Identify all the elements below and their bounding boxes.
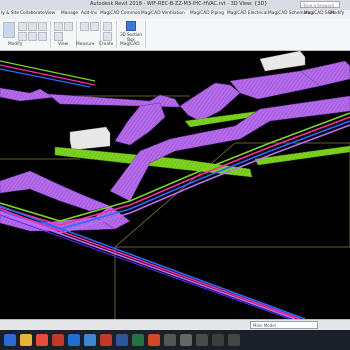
section-box-icon[interactable] <box>126 21 136 31</box>
tab-collaborate[interactable]: Collaborate <box>20 11 45 16</box>
align-tool-button[interactable] <box>18 22 27 31</box>
hide-element-button[interactable] <box>54 22 63 31</box>
opera-icon[interactable] <box>52 334 64 346</box>
3d-model-drawing <box>0 51 350 319</box>
tab-magicad-piping[interactable]: MagiCAD Piping <box>190 11 224 16</box>
powerpoint-icon[interactable] <box>148 334 160 346</box>
pipes-left-upper <box>0 60 96 88</box>
word-icon[interactable] <box>116 334 128 346</box>
app-icon[interactable] <box>228 334 240 346</box>
group-label-magicad: MagiCAD <box>120 42 140 47</box>
chrome-icon[interactable] <box>36 334 48 346</box>
copy-tool-button[interactable] <box>28 32 37 41</box>
tab-manage[interactable]: Manage <box>61 11 78 16</box>
pipes-lower <box>0 205 306 319</box>
modify-tool-button[interactable] <box>3 22 15 38</box>
ribbon-separator <box>116 21 117 48</box>
offset-tool-button[interactable] <box>28 22 37 31</box>
3d-view-canvas[interactable] <box>0 51 350 319</box>
tab-addins[interactable]: Add-Ins <box>81 11 97 16</box>
group-label-create: Create <box>99 42 114 47</box>
group-label-measure: Measure <box>76 42 95 47</box>
tab-site[interactable]: ly & Site <box>1 11 19 16</box>
taskbar <box>0 330 350 350</box>
mirror-tool-button[interactable] <box>38 22 47 31</box>
search-input[interactable]: Type a keyword or phrase <box>300 1 340 15</box>
app-icon[interactable] <box>196 334 208 346</box>
tab-view[interactable]: View <box>45 11 55 16</box>
pdf-icon[interactable] <box>100 334 112 346</box>
override-graphics-button[interactable] <box>64 22 73 31</box>
create-similar-button[interactable] <box>103 32 112 41</box>
create-group-button[interactable] <box>103 22 112 31</box>
ribbon-panel: Modify View Measure Create 3D Section Bo… <box>0 19 350 51</box>
outlook-icon[interactable] <box>68 334 80 346</box>
app-icon[interactable] <box>164 334 176 346</box>
dimension-button[interactable] <box>90 22 99 31</box>
tab-magicad-electrical[interactable]: MagiCAD Electrical <box>227 11 268 16</box>
app-icon[interactable] <box>212 334 224 346</box>
group-label-view: View <box>58 42 69 47</box>
file-explorer-icon[interactable] <box>20 334 32 346</box>
measure-button[interactable] <box>80 22 89 31</box>
model-selector[interactable]: Main Model <box>250 321 318 329</box>
window-title: Autodesk Revit 2018 - WIF-REC-B-ZZ-M3-IH… <box>90 1 268 7</box>
linework-button[interactable] <box>54 32 63 41</box>
ribbon-separator <box>50 21 51 48</box>
ribbon-separator <box>145 21 146 48</box>
tab-magicad-common[interactable]: MagiCAD Common <box>100 11 140 16</box>
rotate-tool-button[interactable] <box>38 32 47 41</box>
section-box-button-label[interactable]: 3D Section Box <box>119 32 143 42</box>
tab-magicad-ventilation[interactable]: MagiCAD Ventilation <box>141 11 185 16</box>
tab-modify[interactable]: Modify <box>330 11 344 16</box>
excel-icon[interactable] <box>132 334 144 346</box>
pipes-bundle <box>0 112 350 234</box>
windows-start-icon[interactable] <box>4 334 16 346</box>
section-box-edges <box>0 95 350 319</box>
group-label-modify: Modify <box>8 42 23 47</box>
revit-icon[interactable] <box>84 334 96 346</box>
app-icon[interactable] <box>180 334 192 346</box>
move-tool-button[interactable] <box>18 32 27 41</box>
